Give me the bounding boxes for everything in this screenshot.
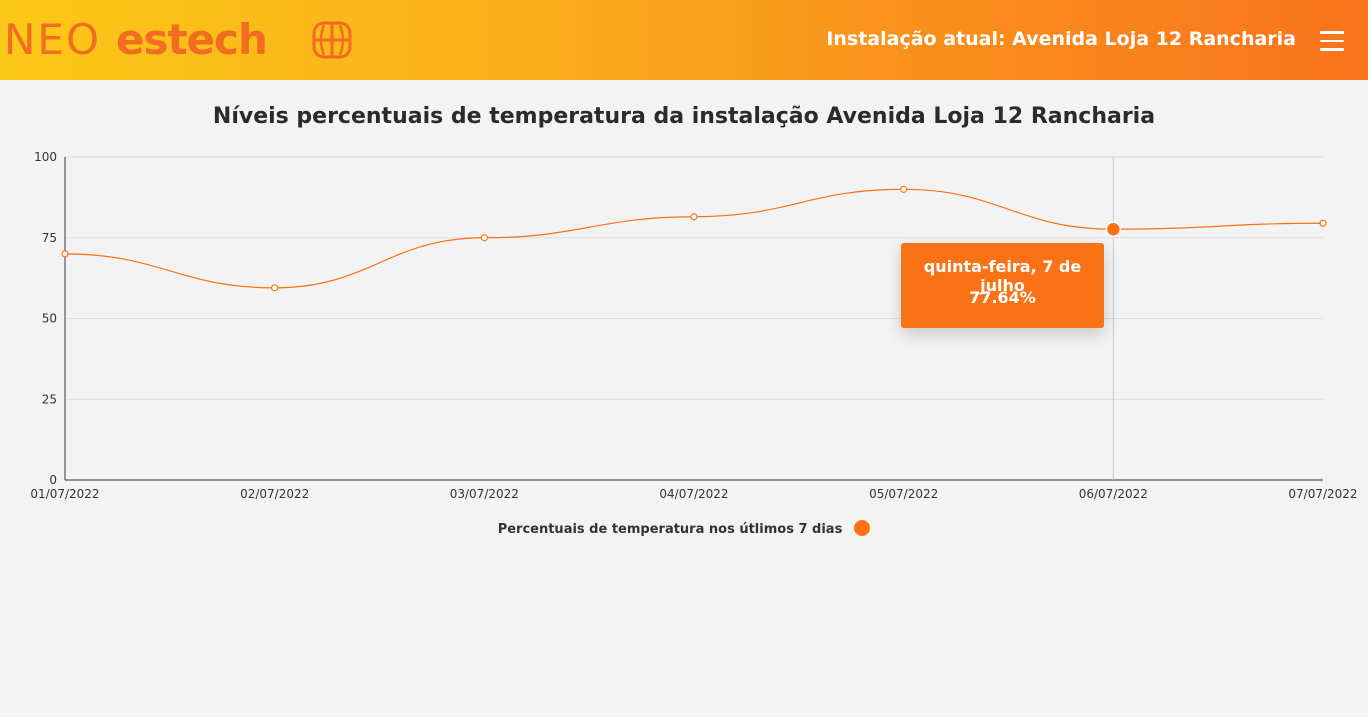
temperature-line-chart: 0 25 50 75 100 01/07/2022 02/07/2022 03/07/2022… (30, 150, 1357, 501)
y-tick-label: 75 (42, 231, 57, 245)
y-tick-label: 0 (49, 473, 57, 487)
legend-color-swatch (854, 520, 871, 536)
y-tick-label: 25 (42, 392, 57, 406)
y-tick-label: 100 (34, 150, 57, 164)
x-tick-label: 01/07/2022 (30, 487, 99, 501)
chart-tooltip: quinta-feira, 7 de julho 77.64% (901, 243, 1104, 328)
x-tick-label: 05/07/2022 (869, 487, 938, 501)
active-data-point (1105, 221, 1122, 237)
x-tick-label: 02/07/2022 (240, 487, 309, 501)
chart-legend[interactable]: Percentuais de temperatura nos útlimos 7… (0, 520, 1368, 537)
logo-neo-text: NEO (4, 15, 102, 64)
tooltip-value: 77.64% (969, 288, 1036, 307)
hamburger-menu-icon[interactable] (1320, 30, 1344, 52)
chart-title: Níveis percentuais de temperatura da ins… (212, 104, 1156, 129)
data-point (900, 185, 908, 193)
logo-estech-text: estech (116, 15, 268, 64)
top-header: NEO estech Instalação atual: Avenida Loj… (0, 0, 1368, 80)
data-point (1319, 219, 1327, 227)
data-point (690, 213, 698, 221)
current-installation-label: Instalação atual: Avenida Loja 12 Rancha… (826, 28, 1296, 50)
y-tick-label: 50 (42, 312, 57, 326)
legend-label: Percentuais de temperatura nos útlimos 7… (497, 522, 843, 537)
data-point (480, 234, 488, 242)
globe-icon (312, 21, 352, 59)
data-point (61, 250, 69, 258)
x-tick-label: 04/07/2022 (659, 487, 728, 501)
x-tick-label: 03/07/2022 (450, 487, 519, 501)
temperature-series-line (64, 188, 1324, 289)
data-point (271, 284, 279, 292)
x-tick-label: 06/07/2022 (1079, 487, 1148, 501)
x-tick-label: 07/07/2022 (1288, 487, 1357, 501)
